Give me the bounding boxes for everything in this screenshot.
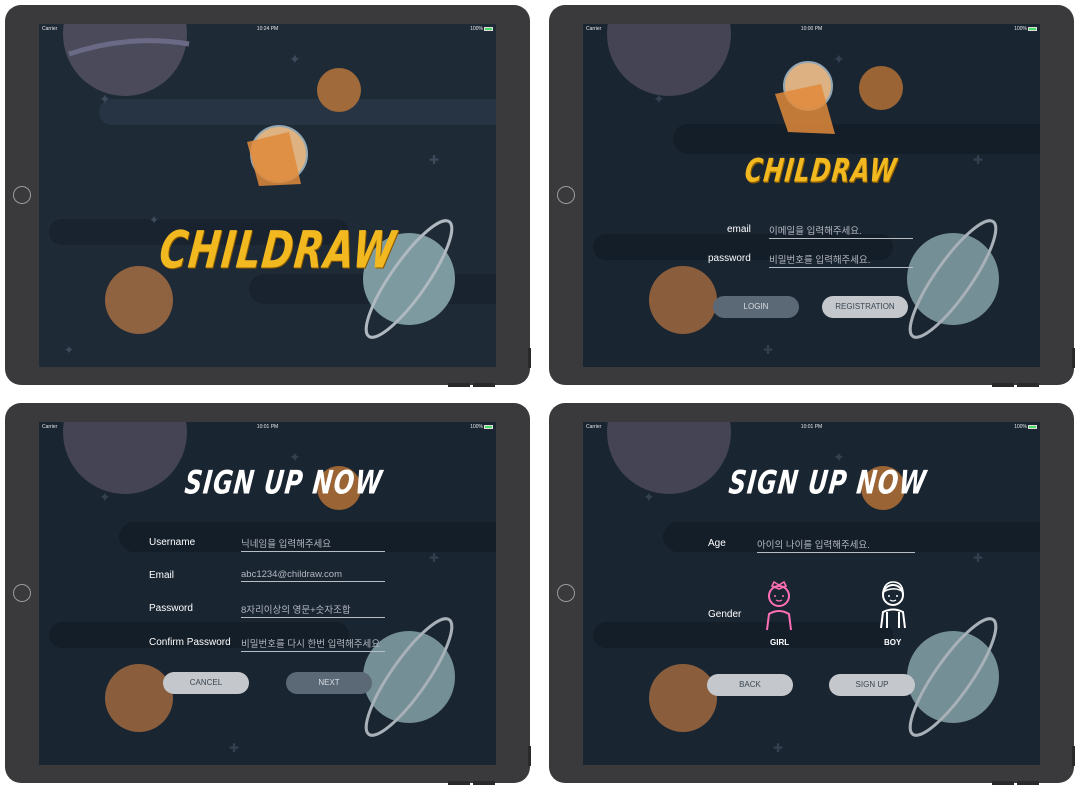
battery-indicator: 100% xyxy=(1014,26,1037,32)
side-button xyxy=(1017,781,1039,785)
ipad-frame-signup-step2: ✦ ✦ ✚ ✚ Carrier 10:01 PM 100% SIGN UP NO… xyxy=(549,403,1075,785)
side-button xyxy=(992,781,1014,785)
svg-text:✦: ✦ xyxy=(99,91,111,107)
side-button xyxy=(1017,383,1039,387)
status-bar: Carrier 10:24 PM 100% xyxy=(39,24,496,36)
email-label: Email xyxy=(149,570,175,581)
svg-text:✚: ✚ xyxy=(973,551,983,565)
clock-label: 10:01 PM xyxy=(256,424,279,430)
email-label: email xyxy=(727,224,751,235)
side-button xyxy=(448,383,470,387)
gender-label: Gender xyxy=(708,609,742,620)
childraw-logo: CHILDRAW xyxy=(743,152,900,190)
clock-label: 10:01 PM xyxy=(800,424,823,430)
clock-label: 10:24 PM xyxy=(256,26,279,32)
boy-icon[interactable] xyxy=(875,578,911,630)
space-background: ✦ ✦ ✚ ✚ xyxy=(583,24,1040,367)
battery-label: 100% xyxy=(1014,26,1027,32)
childraw-logo: CHILDRAW xyxy=(156,220,400,280)
ipad-frame-login: ✦ ✦ ✚ ✚ Carrier 10:00 PM 100% CHILDRAW e… xyxy=(549,5,1075,387)
registration-button[interactable]: REGISTRATION xyxy=(822,296,908,318)
signup-step2-screen: ✦ ✦ ✚ ✚ Carrier 10:01 PM 100% SIGN UP NO… xyxy=(583,422,1040,765)
password-field[interactable]: 8자리이상의 영문+숫자조합 xyxy=(241,602,385,618)
side-button xyxy=(473,781,495,785)
svg-text:✦: ✦ xyxy=(149,213,159,227)
cancel-button[interactable]: CANCEL xyxy=(163,672,249,694)
svg-text:✦: ✦ xyxy=(64,343,74,357)
side-button xyxy=(1072,746,1075,766)
boy-label: BOY xyxy=(884,638,902,647)
next-button[interactable]: NEXT xyxy=(286,672,372,694)
svg-text:✚: ✚ xyxy=(773,741,783,755)
login-button[interactable]: LOGIN xyxy=(713,296,799,318)
svg-text:✚: ✚ xyxy=(763,343,773,357)
email-field[interactable]: 이메일을 입력해주세요. xyxy=(769,223,913,239)
girl-label: GIRL xyxy=(770,638,790,647)
signup-title: SIGN UP NOW xyxy=(183,464,385,502)
side-button xyxy=(992,383,1014,387)
side-button xyxy=(528,746,531,766)
svg-text:✦: ✦ xyxy=(833,51,845,67)
battery-label: 100% xyxy=(470,26,483,32)
side-button xyxy=(448,781,470,785)
svg-text:✦: ✦ xyxy=(833,449,845,465)
side-button xyxy=(528,348,531,368)
signup-button[interactable]: SIGN UP xyxy=(829,674,915,696)
battery-icon xyxy=(484,424,493,429)
side-button xyxy=(1072,348,1075,368)
home-button[interactable] xyxy=(557,584,575,602)
confirm-password-field[interactable]: 비밀번호를 다시 한번 입력해주세요 xyxy=(241,636,385,652)
home-button[interactable] xyxy=(557,186,575,204)
battery-icon xyxy=(1028,424,1037,429)
battery-label: 100% xyxy=(1014,424,1027,430)
status-bar: Carrier 10:00 PM 100% xyxy=(583,24,1040,36)
age-label: Age xyxy=(708,538,726,549)
password-label: password xyxy=(708,253,751,264)
login-screen: ✦ ✦ ✚ ✚ Carrier 10:00 PM 100% CHILDRAW e… xyxy=(583,24,1040,367)
battery-icon xyxy=(1028,26,1037,31)
svg-text:✦: ✦ xyxy=(289,51,301,67)
ipad-frame-splash: ✦ ✦ ✦ ✚ ✦ Carrier 10:24 PM 100% CHILDRAW xyxy=(5,5,531,387)
battery-icon xyxy=(484,26,493,31)
signup-step1-screen: ✦ ✦ ✚ ✚ Carrier 10:01 PM 100% SIGN UP NO… xyxy=(39,422,496,765)
email-field[interactable]: abc1234@childraw.com xyxy=(241,569,385,582)
clock-label: 10:00 PM xyxy=(800,26,823,32)
svg-text:✚: ✚ xyxy=(429,153,439,167)
battery-indicator: 100% xyxy=(1014,424,1037,430)
home-button[interactable] xyxy=(13,584,31,602)
age-field[interactable]: 아이의 나이를 입력해주세요. xyxy=(757,537,915,553)
username-label: Username xyxy=(149,537,196,548)
signup-title: SIGN UP NOW xyxy=(727,464,929,502)
confirm-password-label: Confirm Password xyxy=(149,637,231,648)
space-background: ✦ ✦ ✦ ✚ ✦ xyxy=(39,24,496,367)
battery-indicator: 100% xyxy=(470,26,493,32)
side-button xyxy=(473,383,495,387)
password-field[interactable]: 비밀번호를 입력해주세요. xyxy=(769,252,913,268)
svg-text:✚: ✚ xyxy=(229,741,239,755)
password-label: Password xyxy=(149,603,193,614)
splash-screen: ✦ ✦ ✦ ✚ ✦ Carrier 10:24 PM 100% CHILDRAW xyxy=(39,24,496,367)
status-bar: Carrier 10:01 PM 100% xyxy=(39,422,496,434)
svg-text:✦: ✦ xyxy=(653,91,665,107)
battery-label: 100% xyxy=(470,424,483,430)
home-button[interactable] xyxy=(13,186,31,204)
svg-text:✚: ✚ xyxy=(429,551,439,565)
battery-indicator: 100% xyxy=(470,424,493,430)
svg-text:✦: ✦ xyxy=(289,449,301,465)
back-button[interactable]: BACK xyxy=(707,674,793,696)
svg-text:✦: ✦ xyxy=(99,489,111,505)
username-field[interactable]: 닉네임을 입력해주세요 xyxy=(241,536,385,552)
ipad-frame-signup-step1: ✦ ✦ ✚ ✚ Carrier 10:01 PM 100% SIGN UP NO… xyxy=(5,403,531,785)
status-bar: Carrier 10:01 PM 100% xyxy=(583,422,1040,434)
svg-text:✦: ✦ xyxy=(643,489,655,505)
girl-icon[interactable] xyxy=(761,580,797,632)
svg-text:✚: ✚ xyxy=(973,153,983,167)
